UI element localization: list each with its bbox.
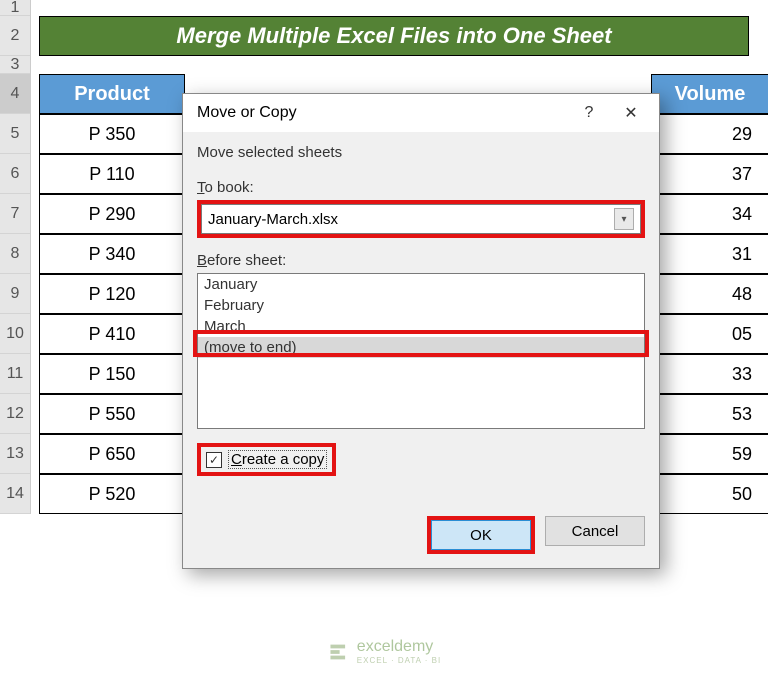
cell-product[interactable]: P 340 — [39, 234, 185, 274]
cell-volume[interactable]: 05 — [651, 314, 768, 354]
dialog-titlebar[interactable]: Move or Copy ? ✕ — [183, 94, 659, 132]
row-header[interactable]: 10 — [0, 314, 30, 354]
cell-volume[interactable]: 50 — [651, 474, 768, 514]
cell-product[interactable]: P 350 — [39, 114, 185, 154]
cancel-button[interactable]: Cancel — [545, 516, 645, 546]
cell-product[interactable]: P 120 — [39, 274, 185, 314]
list-item-selected[interactable]: (move to end) — [198, 337, 644, 358]
cell-product[interactable]: P 290 — [39, 194, 185, 234]
title-banner: Merge Multiple Excel Files into One Shee… — [39, 16, 749, 56]
header-volume[interactable]: Volume — [651, 74, 768, 114]
row-header[interactable]: 9 — [0, 274, 30, 314]
dialog-buttons: OK Cancel — [427, 516, 645, 554]
row-header[interactable]: 4 — [0, 74, 30, 114]
row-header[interactable]: 1 — [0, 0, 30, 16]
highlight-box: ✓ Create a copy — [197, 443, 336, 476]
cell-volume[interactable]: 59 — [651, 434, 768, 474]
list-item[interactable]: January — [198, 274, 644, 295]
cell-volume[interactable]: 31 — [651, 234, 768, 274]
row-header[interactable]: 13 — [0, 434, 30, 474]
list-item[interactable]: March — [198, 316, 644, 337]
cell-product[interactable]: P 410 — [39, 314, 185, 354]
watermark: exceldemy EXCEL · DATA · BI — [327, 638, 441, 665]
to-book-label: To book: — [197, 179, 645, 196]
header-product[interactable]: Product — [39, 74, 185, 114]
row-header[interactable]: 7 — [0, 194, 30, 234]
move-or-copy-dialog: Move or Copy ? ✕ Move selected sheets To… — [182, 93, 660, 569]
cell-volume[interactable]: 29 — [651, 114, 768, 154]
list-item[interactable]: February — [198, 295, 644, 316]
dialog-title: Move or Copy — [197, 104, 569, 122]
before-sheet-label: Before sheet: — [197, 252, 645, 269]
row-header[interactable]: 5 — [0, 114, 30, 154]
chevron-down-icon[interactable]: ▾ — [614, 208, 634, 230]
highlight-box: OK — [427, 516, 535, 554]
cell-product[interactable]: P 110 — [39, 154, 185, 194]
watermark-brand: exceldemy — [357, 638, 441, 656]
cell-product[interactable]: P 650 — [39, 434, 185, 474]
row-header[interactable]: 14 — [0, 474, 30, 514]
row-headers: 1 2 3 4 5 6 7 8 9 10 11 12 13 14 — [0, 0, 31, 514]
row-header[interactable]: 6 — [0, 154, 30, 194]
cell-volume[interactable]: 53 — [651, 394, 768, 434]
row-header[interactable]: 2 — [0, 16, 30, 56]
cell-product[interactable]: P 150 — [39, 354, 185, 394]
row-header[interactable]: 11 — [0, 354, 30, 394]
before-sheet-listbox[interactable]: January February March (move to end) — [197, 273, 645, 429]
cell-volume[interactable]: 34 — [651, 194, 768, 234]
close-button[interactable]: ✕ — [609, 103, 653, 123]
cell-volume[interactable]: 48 — [651, 274, 768, 314]
cell-product[interactable]: P 520 — [39, 474, 185, 514]
row-header[interactable]: 3 — [0, 56, 30, 74]
highlight-box: January-March.xlsx ▾ — [197, 200, 645, 238]
watermark-sub: EXCEL · DATA · BI — [357, 656, 441, 665]
cell-product[interactable]: P 550 — [39, 394, 185, 434]
create-copy-checkbox[interactable]: ✓ — [206, 452, 222, 468]
to-book-value: January-March.xlsx — [208, 211, 614, 228]
logo-icon — [327, 641, 349, 663]
help-button[interactable]: ? — [569, 104, 609, 122]
ok-button[interactable]: OK — [431, 520, 531, 550]
row-header[interactable]: 8 — [0, 234, 30, 274]
create-copy-label: Create a copy — [228, 450, 327, 469]
cell-volume[interactable]: 37 — [651, 154, 768, 194]
cell-volume[interactable]: 33 — [651, 354, 768, 394]
to-book-combobox[interactable]: January-March.xlsx ▾ — [201, 204, 641, 234]
dialog-instruction: Move selected sheets — [197, 144, 645, 161]
row-header[interactable]: 12 — [0, 394, 30, 434]
